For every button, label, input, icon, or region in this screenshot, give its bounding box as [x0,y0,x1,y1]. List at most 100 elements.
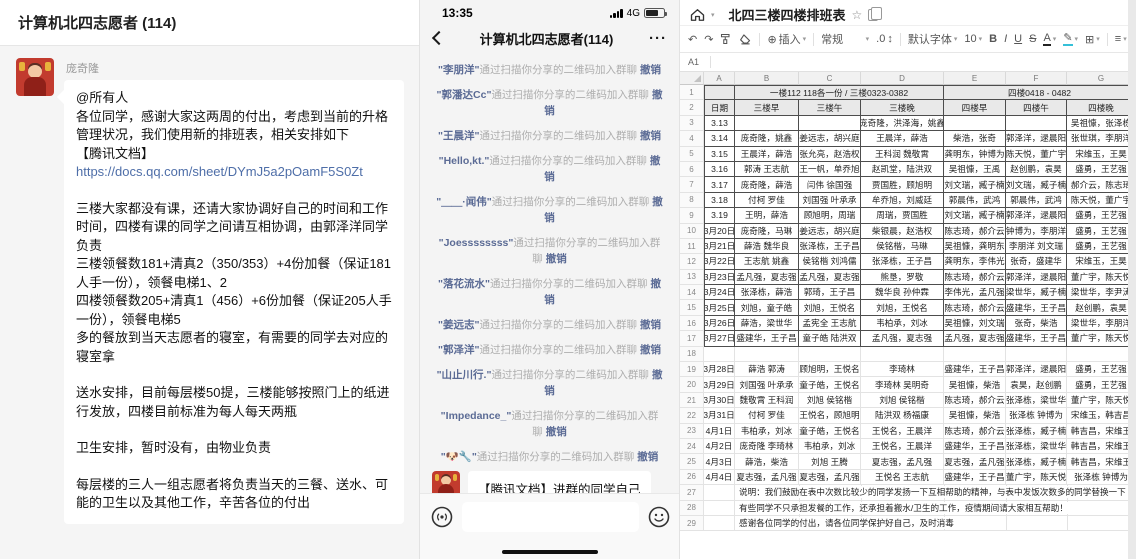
format-painter-icon[interactable] [720,33,732,45]
schedule-cell[interactable]: 韩吉昌，宋维玉 [1067,424,1136,439]
column-header-F[interactable]: F [1006,72,1067,85]
column-header-A[interactable]: A [704,72,735,85]
schedule-cell[interactable]: 梁世华，李朋洋 [1067,316,1136,331]
date-cell[interactable]: 3月30日 [704,393,735,408]
column-header-D[interactable]: D [861,72,944,85]
schedule-cell[interactable]: 陈志琦，郝介云 [944,224,1006,239]
schedule-cell[interactable]: 童子皓，王悦名 [799,424,861,439]
schedule-header[interactable]: 三楼晚 [861,100,944,115]
schedule-cell[interactable]: 盛勇，王艺强 [1067,239,1136,254]
revoke-link[interactable]: 撤销 [546,253,567,265]
schedule-cell[interactable]: 庞奇隆 李琦林 [735,439,799,454]
row-number[interactable]: 20 [680,377,704,392]
schedule-cell[interactable]: 盛建华，王子昌 [1006,331,1067,346]
schedule-cell[interactable]: 钟博为，李朋洋 [1006,224,1067,239]
align-button[interactable]: ≡▾ [1115,33,1127,45]
note-cell[interactable]: 说明：我们鼓励在表中次数比较少的同学发扬一下互相帮助的精神，与表中发饭次数多的同… [735,485,1136,500]
date-cell[interactable]: 3月27日 [704,331,735,346]
date-cell[interactable]: 3.13 [704,116,735,131]
schedule-cell[interactable]: 张泽栋，梁世华 [1006,393,1067,408]
row-number[interactable]: 22 [680,408,704,423]
schedule-cell[interactable]: 刘旭，童子皓 [735,300,799,315]
empty-cell[interactable] [704,501,735,516]
schedule-cell[interactable]: 梁世华，臧子楠 [1006,285,1067,300]
schedule-cell[interactable]: 李琦林 吴明奇 [861,377,944,392]
schedule-cell[interactable]: 刘文瑞，臧子楠 [944,177,1006,192]
schedule-cell[interactable]: 王晨洋，薛浩 [735,147,799,162]
revoke-link[interactable]: 撤销 [640,130,661,142]
merged-cell-a1[interactable] [704,85,735,100]
revoke-link[interactable]: 撤销 [546,426,567,438]
schedule-cell[interactable]: 张世琪，李朋洋 [1067,131,1136,146]
row-number[interactable]: 19 [680,362,704,377]
schedule-cell[interactable]: 王一帆，单乔旭 [799,162,861,177]
row-number[interactable]: 27 [680,485,704,500]
schedule-cell[interactable]: 庞奇隆，薛浩 [735,177,799,192]
schedule-cell[interactable]: 韦柏承，刘冰 [735,424,799,439]
schedule-cell[interactable]: 张允亮，赵浩权 [799,147,861,162]
schedule-cell[interactable]: 薛浩 郭涛 [735,362,799,377]
schedule-cell[interactable]: 陈志琦，郝介云 [944,270,1006,285]
schedule-cell[interactable]: 盛勇，王艺强 [1067,224,1136,239]
schedule-cell[interactable]: 熊垦，罗敬 [861,270,944,285]
schedule-cell[interactable]: 王悦名，顾旭明 [799,408,861,423]
row-number[interactable]: 1 [680,85,704,100]
row-number[interactable]: 12 [680,254,704,269]
decimal-button[interactable]: .0↕ [876,33,893,45]
schedule-cell[interactable]: 袁昊，赵创鹏 [1006,377,1067,392]
date-cell[interactable]: 3.15 [704,147,735,162]
date-cell[interactable]: 4月3日 [704,454,735,469]
schedule-cell[interactable]: 柴银晨，赵浩权 [861,224,944,239]
schedule-cell[interactable]: 宋维玉，王昊 [1067,254,1136,269]
voice-icon[interactable] [430,505,454,529]
schedule-cell[interactable] [1006,347,1067,362]
row-number[interactable]: 7 [680,177,704,192]
revoke-link[interactable]: 撤销 [637,451,658,463]
schedule-cell[interactable] [1006,116,1067,131]
schedule-cell[interactable]: 张泽栋，王子昌 [861,254,944,269]
schedule-cell[interactable]: 付柯 罗佳 [735,193,799,208]
bold-button[interactable]: B [989,33,997,45]
row-number[interactable]: 4 [680,131,704,146]
insert-button[interactable]: ⊕插入▾ [767,31,806,47]
date-cell[interactable]: 3月22日 [704,254,735,269]
schedule-cell[interactable]: 郭泽洋，逯晨阳 [1006,362,1067,377]
schedule-cell[interactable]: 赵创鹏，袁昊 [1067,300,1136,315]
schedule-cell[interactable]: 董广宇，陈天悦 [1067,393,1136,408]
row-number[interactable]: 21 [680,393,704,408]
sheet-grid[interactable]: ABCDEFG1一楼112 118各一份 / 三楼0323-0382四楼0418… [680,72,1136,531]
clear-format-icon[interactable] [739,33,752,45]
schedule-cell[interactable]: 盛建华，王子昌 [944,362,1006,377]
schedule-cell[interactable]: 庞奇隆，洪泽海，姚鑫 [861,116,944,131]
home-icon[interactable] [690,8,705,22]
schedule-cell[interactable]: 顾旭明，王悦名 [799,362,861,377]
schedule-cell[interactable]: 吴祖慷，柴浩 [944,408,1006,423]
schedule-cell[interactable]: 刘旭 王腾 [799,454,861,469]
schedule-cell[interactable]: 张泽栋 钟博为 [1006,408,1067,423]
schedule-cell[interactable]: 姜远志，胡兴庭 [799,131,861,146]
schedule-cell[interactable]: 王悦名，王晨洋 [861,439,944,454]
schedule-cell[interactable]: 贾国胜，顾旭明 [861,177,944,192]
schedule-cell[interactable]: 张泽栋，王子昌 [799,239,861,254]
star-icon[interactable]: ☆ [852,8,863,22]
date-cell[interactable]: 3月31日 [704,408,735,423]
schedule-cell[interactable]: 顾旭明，周瑞 [799,208,861,223]
empty-cell[interactable] [704,485,735,500]
row-number[interactable]: 15 [680,300,704,315]
undo-icon[interactable]: ↶ [688,33,697,46]
schedule-cell[interactable]: 孟凡强，夏志强 [799,270,861,285]
schedule-cell[interactable]: 李伟光，孟凡强 [944,285,1006,300]
schedule-cell[interactable]: 郭泽洋，逯晨阳 [1006,270,1067,285]
row-number[interactable]: 25 [680,454,704,469]
schedule-cell[interactable]: 吴祖慷，柴浩 [944,377,1006,392]
schedule-cell[interactable]: 郭泽洋，逯晨阳 [1006,131,1067,146]
date-cell[interactable]: 3.16 [704,162,735,177]
schedule-header[interactable]: 日期 [704,100,735,115]
row-number[interactable]: 14 [680,285,704,300]
schedule-header[interactable]: 三楼午 [799,100,861,115]
merged-header-floor3[interactable]: 一楼112 118各一份 / 三楼0323-0382 [735,85,944,100]
schedule-cell[interactable] [799,116,861,131]
date-cell[interactable]: 3月25日 [704,300,735,315]
schedule-cell[interactable] [944,347,1006,362]
schedule-cell[interactable]: 张奇，柴浩 [1006,316,1067,331]
